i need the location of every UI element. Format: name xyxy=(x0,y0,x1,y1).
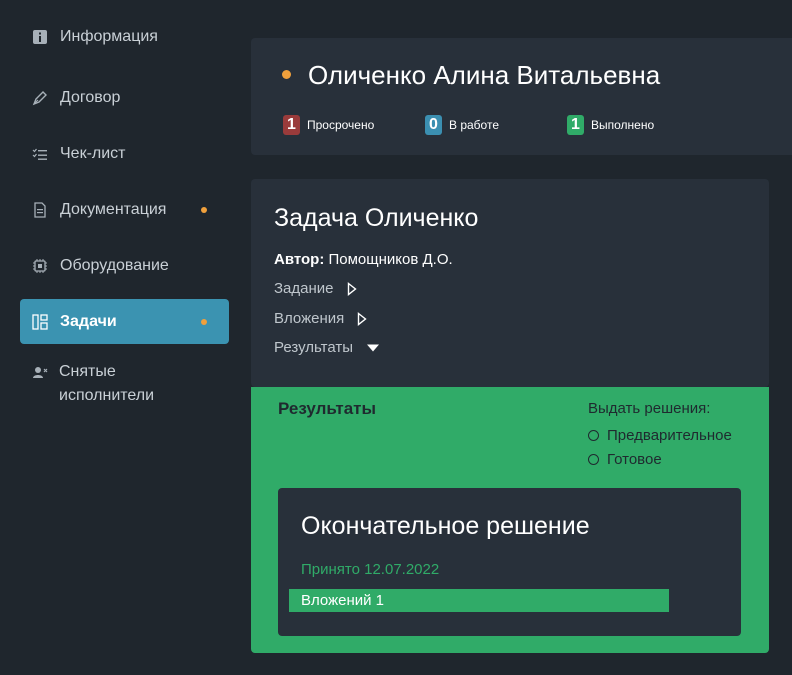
notification-dot xyxy=(201,206,207,213)
toggle-assignment[interactable]: Задание xyxy=(274,280,357,297)
toggle-label: Задание xyxy=(274,280,334,297)
status-dot xyxy=(282,70,291,79)
radio-circle-icon xyxy=(588,454,599,465)
stat-label: Просрочено xyxy=(307,118,375,132)
info-icon xyxy=(32,29,48,45)
author-label: Автор: xyxy=(274,251,325,268)
notification-dot xyxy=(201,318,207,325)
toggle-attachments[interactable]: Вложения xyxy=(274,310,367,327)
employee-header: Оличенко Алина Витальевна 1 Просрочено 0… xyxy=(251,38,792,155)
toggle-label: Вложения xyxy=(274,310,345,327)
sidebar-item-checklist[interactable]: Чек-лист xyxy=(20,131,229,176)
author-value: Помощников Д.О. xyxy=(328,251,453,268)
sidebar-item-label: Чек-лист xyxy=(60,144,126,162)
radio-label: Готовое xyxy=(607,451,662,468)
accepted-date: Принято 12.07.2022 xyxy=(301,561,440,578)
stat-done: 1 Выполнено xyxy=(567,115,654,135)
results-title: Результаты xyxy=(278,399,377,418)
triangle-right-icon xyxy=(347,281,357,296)
triangle-right-icon xyxy=(358,311,367,326)
toggle-label: Результаты xyxy=(274,339,353,356)
radio-ready[interactable]: Готовое xyxy=(588,451,662,468)
sidebar-item-label: Документация xyxy=(60,200,167,218)
sidebar-item-label: Задачи xyxy=(60,312,117,330)
pen-icon xyxy=(32,90,48,106)
sidebar-item-label: Информация xyxy=(60,28,158,45)
tasks-icon xyxy=(32,313,48,330)
radio-circle-icon xyxy=(588,430,599,441)
sidebar-item-documentation[interactable]: Документация xyxy=(20,187,229,232)
employee-name: Оличенко Алина Витальевна xyxy=(308,60,661,90)
final-solution-card: Окончательное решение Принято 12.07.2022… xyxy=(278,488,741,636)
chip-icon xyxy=(32,258,48,274)
checklist-icon xyxy=(32,146,48,162)
task-author: Автор: Помощников Д.О. xyxy=(274,251,453,268)
attachments-bar[interactable]: Вложений 1 xyxy=(289,589,669,612)
sidebar-item-contract[interactable]: Договор xyxy=(20,75,229,120)
final-solution-title: Окончательное решение xyxy=(301,512,590,540)
triangle-down-icon xyxy=(367,344,379,351)
task-title: Задача Оличенко xyxy=(274,204,479,232)
stat-label: Выполнено xyxy=(591,118,655,132)
issue-solutions-label: Выдать решения: xyxy=(588,400,711,417)
results-panel: Результаты Выдать решения: Предварительн… xyxy=(251,387,769,653)
sidebar-item-tasks[interactable]: Задачи xyxy=(20,299,229,344)
toggle-results[interactable]: Результаты xyxy=(274,339,380,356)
sidebar-item-removed-executors[interactable]: Снятые исполнители xyxy=(20,355,229,411)
count-badge: 1 xyxy=(283,115,300,135)
sidebar: Информация Договор Чек-лист Документация… xyxy=(20,10,229,422)
sidebar-item-label: Оборудование xyxy=(60,256,169,274)
sidebar-item-label: Снятые исполнители xyxy=(59,363,155,404)
radio-preliminary[interactable]: Предварительное xyxy=(588,427,732,444)
document-icon xyxy=(32,201,48,218)
sidebar-item-label: Договор xyxy=(60,88,121,106)
radio-label: Предварительное xyxy=(607,427,732,444)
sidebar-item-info[interactable]: Информация xyxy=(20,10,229,64)
sidebar-item-equipment[interactable]: Оборудование xyxy=(20,243,229,288)
count-badge: 0 xyxy=(425,115,442,135)
stat-in-progress: 0 В работе xyxy=(425,115,499,135)
task-card: Задача Оличенко Автор: Помощников Д.О. З… xyxy=(251,179,769,387)
user-remove-icon xyxy=(32,365,48,381)
stat-label: В работе xyxy=(449,118,500,132)
stat-overdue: 1 Просрочено xyxy=(283,115,374,135)
count-badge: 1 xyxy=(567,115,584,135)
